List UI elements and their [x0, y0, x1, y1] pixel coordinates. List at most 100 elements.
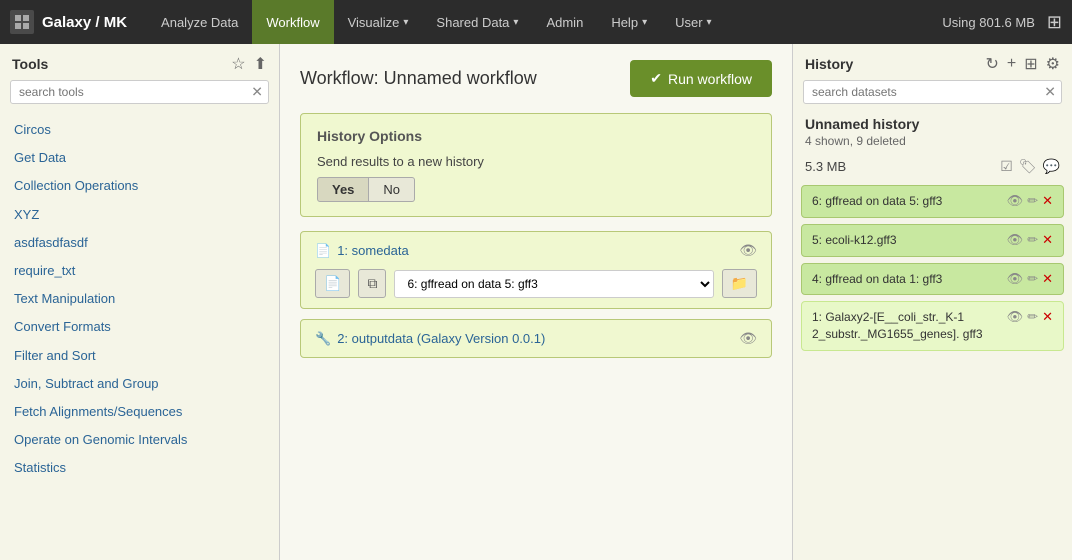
output1-label-text: 2: outputdata (Galaxy Version 0.0.1) [337, 331, 545, 346]
history-item-6-edit[interactable]: ✏ [1027, 193, 1038, 209]
usage-text: Using 801.6 MB [942, 15, 1035, 30]
visualize-caret: ▾ [403, 17, 408, 28]
user-caret: ▾ [707, 17, 712, 28]
help-caret: ▾ [642, 17, 647, 28]
clear-datasets-icon[interactable]: ✕ [1044, 84, 1056, 101]
history-settings-icon[interactable]: ⚙ [1046, 54, 1060, 74]
history-item-4-delete[interactable]: ✕ [1042, 271, 1053, 287]
nav-admin[interactable]: Admin [532, 0, 597, 44]
tool-item-fetch-alignments[interactable]: Fetch Alignments/Sequences [0, 398, 279, 426]
run-workflow-label: Run workflow [668, 71, 752, 87]
tool-item-xyz[interactable]: XYZ [0, 201, 279, 229]
tool-item-operate-genomic[interactable]: Operate on Genomic Intervals [0, 426, 279, 454]
history-item-5: 5: ecoli-k12.gff3 👁 ✏ ✕ [801, 224, 1064, 257]
content-area: Workflow: Unnamed workflow ✔ Run workflo… [280, 44, 792, 560]
history-meta: 4 shown, 9 deleted [793, 134, 1072, 154]
run-workflow-button[interactable]: ✔ Run workflow [630, 60, 772, 97]
history-item-4-label: 4: gffread on data 1: gff3 [812, 271, 999, 288]
history-size-icons: ☑ 🏷 💬 [1000, 158, 1060, 175]
tool-item-asdf[interactable]: asdfasdfasdf [0, 229, 279, 257]
history-add-icon[interactable]: + [1007, 55, 1016, 73]
grid-icon[interactable]: ⊞ [1047, 12, 1062, 33]
input1-copy-btn[interactable]: 📄 [315, 269, 350, 298]
output1-section: 🔧 2: outputdata (Galaxy Version 0.0.1) 👁 [300, 319, 772, 358]
wrench-icon: 🔧 [315, 331, 331, 347]
no-button[interactable]: No [369, 177, 415, 202]
history-item-4-eye[interactable]: 👁 [1007, 271, 1024, 287]
tool-item-circos[interactable]: Circos [0, 116, 279, 144]
logo-icon [10, 10, 34, 34]
output1-header: 🔧 2: outputdata (Galaxy Version 0.0.1) 👁 [315, 330, 757, 347]
history-comment-icon[interactable]: 💬 [1043, 158, 1060, 175]
history-columns-icon[interactable]: ⊞ [1024, 54, 1037, 74]
yes-no-group: Yes No [317, 177, 755, 202]
sidebar-title: Tools [12, 56, 48, 72]
history-item-1-edit[interactable]: ✏ [1027, 309, 1038, 325]
clear-search-icon[interactable]: ✕ [251, 84, 263, 101]
input1-duplicate-btn[interactable]: ⧉ [358, 269, 386, 298]
history-panel-title: History [805, 56, 853, 72]
tool-item-collection-ops[interactable]: Collection Operations [0, 172, 279, 200]
nav-analyze-data[interactable]: Analyze Data [147, 0, 252, 44]
search-tools-input[interactable] [10, 80, 269, 104]
tool-item-convert-formats[interactable]: Convert Formats [0, 313, 279, 341]
top-navigation: Galaxy / MK Analyze Data Workflow Visual… [0, 0, 1072, 44]
history-tag-icon[interactable]: 🏷 [1019, 158, 1037, 175]
tool-item-get-data[interactable]: Get Data [0, 144, 279, 172]
history-size-value: 5.3 MB [805, 159, 846, 174]
input1-select[interactable]: 6: gffread on data 5: gff3 [394, 270, 713, 298]
upload-icon[interactable]: ⬆ [254, 54, 267, 74]
tool-item-text-manip[interactable]: Text Manipulation [0, 285, 279, 313]
history-item-5-actions: 👁 ✏ ✕ [1007, 232, 1053, 248]
yes-button[interactable]: Yes [317, 177, 369, 202]
tool-item-filter-sort[interactable]: Filter and Sort [0, 342, 279, 370]
history-item-1-delete[interactable]: ✕ [1042, 309, 1053, 325]
search-datasets-input[interactable] [803, 80, 1062, 104]
input1-eye-icon[interactable]: 👁 [739, 242, 757, 259]
input1-section: 📄 1: somedata 👁 📄 ⧉ 6: gffread on data 5… [300, 231, 772, 309]
history-item-4-edit[interactable]: ✏ [1027, 271, 1038, 287]
history-panel: History ↻ + ⊞ ⚙ ✕ Unnamed history 4 show… [792, 44, 1072, 560]
workflow-header: Workflow: Unnamed workflow ✔ Run workflo… [300, 60, 772, 97]
history-item-6-label: 6: gffread on data 5: gff3 [812, 193, 999, 210]
history-item-1-eye[interactable]: 👁 [1007, 309, 1024, 325]
history-item-6-actions: 👁 ✏ ✕ [1007, 193, 1053, 209]
app-logo[interactable]: Galaxy / MK [10, 10, 127, 34]
tool-item-join-subtract[interactable]: Join, Subtract and Group [0, 370, 279, 398]
history-item-5-edit[interactable]: ✏ [1027, 232, 1038, 248]
nav-shared-data[interactable]: Shared Data ▾ [422, 0, 532, 44]
history-item-6: 6: gffread on data 5: gff3 👁 ✏ ✕ [801, 185, 1064, 218]
tool-item-statistics[interactable]: Statistics [0, 454, 279, 482]
nav-workflow[interactable]: Workflow [252, 0, 333, 44]
sidebar-icon-group: ☆ ⬆ [231, 54, 267, 74]
input1-label[interactable]: 📄 1: somedata [315, 243, 409, 259]
history-item-6-delete[interactable]: ✕ [1042, 193, 1053, 209]
workflow-title: Workflow: Unnamed workflow [300, 68, 537, 89]
output1-label[interactable]: 🔧 2: outputdata (Galaxy Version 0.0.1) [315, 331, 545, 347]
sidebar-header: Tools ☆ ⬆ [0, 44, 279, 80]
history-item-5-eye[interactable]: 👁 [1007, 232, 1024, 248]
history-item-1-label: 1: Galaxy2-[E__coli_str._K-1 2_substr._M… [812, 309, 999, 343]
star-icon[interactable]: ☆ [231, 54, 245, 74]
history-size-row: 5.3 MB ☑ 🏷 💬 [793, 154, 1072, 179]
nav-visualize[interactable]: Visualize ▾ [334, 0, 423, 44]
history-item-5-delete[interactable]: ✕ [1042, 232, 1053, 248]
output1-eye-icon[interactable]: 👁 [739, 330, 757, 347]
nav-help[interactable]: Help ▾ [597, 0, 661, 44]
history-item-4-actions: 👁 ✏ ✕ [1007, 271, 1053, 287]
input1-folder-btn[interactable]: 📁 [722, 269, 757, 298]
history-search-box: ✕ [803, 80, 1062, 104]
nav-user[interactable]: User ▾ [661, 0, 725, 44]
input1-header: 📄 1: somedata 👁 [315, 242, 757, 259]
history-options-title: History Options [317, 128, 755, 144]
history-item-6-eye[interactable]: 👁 [1007, 193, 1024, 209]
file-icon: 📄 [315, 243, 331, 259]
tool-item-require-txt[interactable]: require_txt [0, 257, 279, 285]
tools-list: Circos Get Data Collection Operations XY… [0, 112, 279, 560]
history-panel-header: History ↻ + ⊞ ⚙ [793, 44, 1072, 80]
history-check-icon[interactable]: ☑ [1000, 158, 1013, 175]
main-layout: Tools ☆ ⬆ ✕ Circos Get Data Collection O… [0, 44, 1072, 560]
history-name: Unnamed history [793, 112, 1072, 134]
history-panel-icons: ↻ + ⊞ ⚙ [986, 54, 1061, 74]
history-refresh-icon[interactable]: ↻ [986, 54, 999, 74]
